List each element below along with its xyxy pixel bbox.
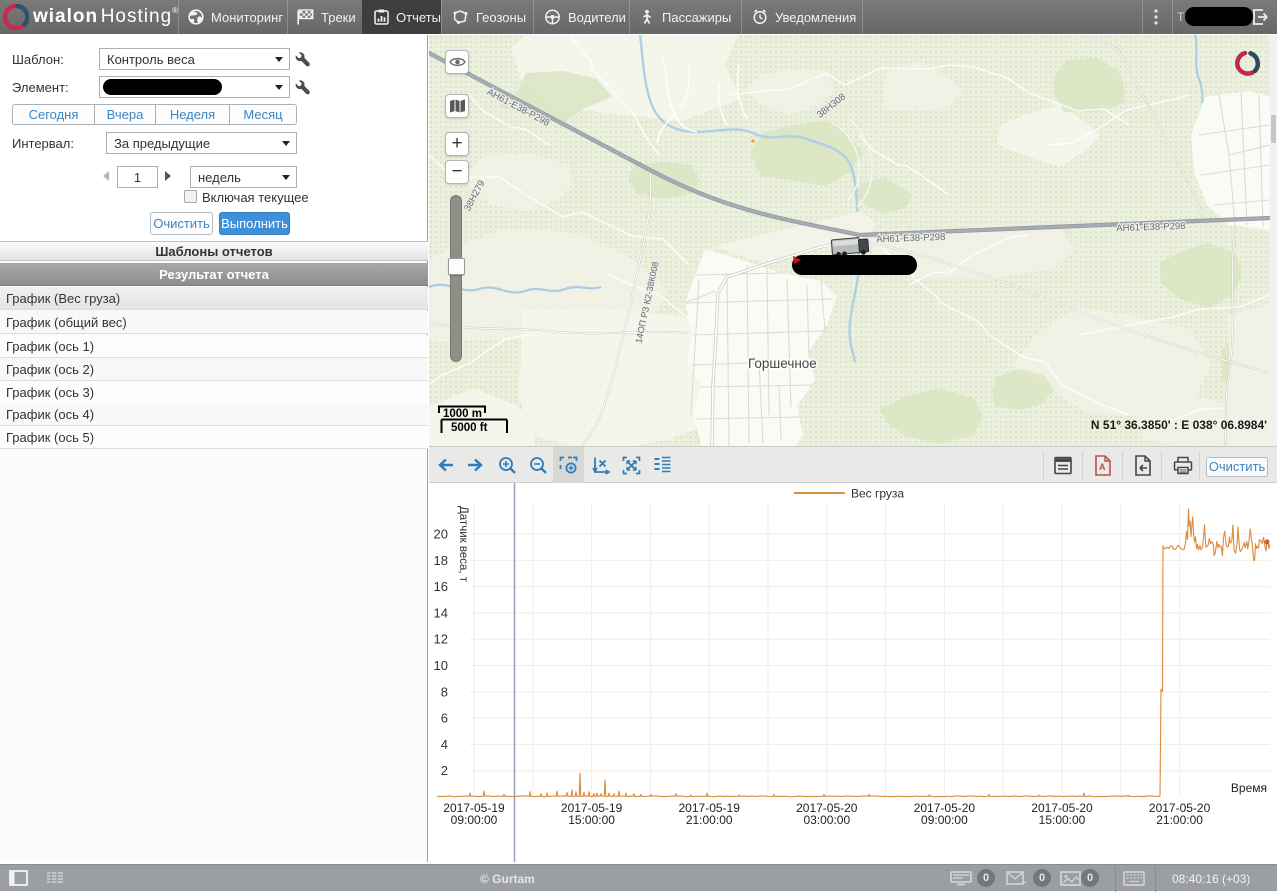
svg-text:15:00:00: 15:00:00 — [1039, 813, 1086, 827]
svg-text:03:00:00: 03:00:00 — [803, 813, 850, 827]
svg-text:21:00:00: 21:00:00 — [686, 813, 733, 827]
svg-text:A: A — [1099, 462, 1106, 472]
svg-text:16: 16 — [434, 579, 448, 594]
svg-text:21:00:00: 21:00:00 — [1156, 813, 1203, 827]
svg-text:15:00:00: 15:00:00 — [568, 813, 615, 827]
svg-text:1000 m: 1000 m — [443, 408, 482, 420]
svg-text:18: 18 — [434, 553, 448, 568]
svg-text:6: 6 — [441, 711, 448, 726]
svg-text:Горшечное: Горшечное — [748, 356, 817, 371]
svg-text:10: 10 — [434, 658, 448, 673]
svg-text:Датчик веса, т: Датчик веса, т — [457, 506, 469, 583]
svg-text:09:00:00: 09:00:00 — [921, 813, 968, 827]
svg-text:Вес груза: Вес груза — [851, 487, 904, 501]
svg-text:8: 8 — [441, 684, 448, 699]
svg-text:Время: Время — [1231, 781, 1267, 795]
svg-text:5000 ft: 5000 ft — [451, 422, 488, 434]
svg-text:20: 20 — [434, 527, 448, 542]
svg-text:2: 2 — [441, 763, 448, 778]
svg-text:09:00:00: 09:00:00 — [451, 813, 498, 827]
svg-text:4: 4 — [441, 737, 448, 752]
svg-text:12: 12 — [434, 632, 448, 647]
svg-text:14: 14 — [434, 605, 448, 620]
